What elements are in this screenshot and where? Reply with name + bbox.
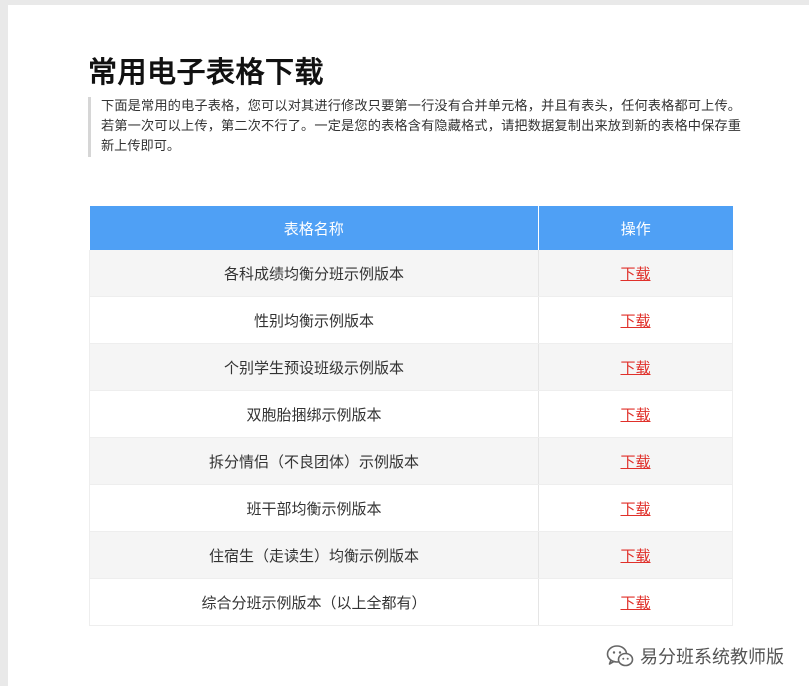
table-row: 双胞胎捆绑示例版本 下载 — [89, 390, 733, 438]
download-table: 表格名称 操作 各科成绩均衡分班示例版本 下载 性别均衡示例版本 下载 个别学生… — [89, 206, 733, 626]
column-header-name: 表格名称 — [89, 206, 539, 250]
table-row: 住宿生（走读生）均衡示例版本 下载 — [89, 531, 733, 579]
table-row: 个别学生预设班级示例版本 下载 — [89, 343, 733, 391]
table-name-cell: 拆分情侣（不良团体）示例版本 — [89, 437, 539, 485]
watermark-text: 易分班系统教师版 — [640, 647, 784, 668]
page-description: 下面是常用的电子表格，您可以对其进行修改只要第一行没有合并单元格，并且有表头，任… — [88, 97, 741, 157]
table-name-cell: 各科成绩均衡分班示例版本 — [89, 250, 539, 297]
download-link[interactable]: 下载 — [620, 312, 650, 330]
table-row: 性别均衡示例版本 下载 — [89, 296, 733, 344]
table-name-cell: 班干部均衡示例版本 — [89, 484, 539, 532]
table-name-cell: 双胞胎捆绑示例版本 — [89, 390, 539, 438]
page-title: 常用电子表格下载 — [88, 55, 325, 89]
download-link[interactable]: 下载 — [620, 265, 650, 283]
download-link[interactable]: 下载 — [620, 406, 650, 424]
wechat-icon — [606, 644, 634, 668]
table-row: 拆分情侣（不良团体）示例版本 下载 — [89, 437, 733, 485]
table-name-cell: 个别学生预设班级示例版本 — [89, 343, 539, 391]
wechat-watermark: 易分班系统教师版 — [606, 643, 784, 669]
download-link[interactable]: 下载 — [620, 500, 650, 518]
table-row: 各科成绩均衡分班示例版本 下载 — [89, 250, 733, 297]
column-header-action: 操作 — [538, 206, 733, 250]
download-link[interactable]: 下载 — [620, 547, 650, 565]
download-link[interactable]: 下载 — [620, 594, 650, 612]
page-container: 常用电子表格下载 下面是常用的电子表格，您可以对其进行修改只要第一行没有合并单元… — [8, 5, 809, 686]
table-name-cell: 性别均衡示例版本 — [89, 296, 539, 344]
table-row: 综合分班示例版本（以上全都有） 下载 — [89, 578, 733, 626]
table-header-row: 表格名称 操作 — [89, 206, 733, 250]
table-row: 班干部均衡示例版本 下载 — [89, 484, 733, 532]
download-link[interactable]: 下载 — [620, 359, 650, 377]
table-name-cell: 住宿生（走读生）均衡示例版本 — [89, 531, 539, 579]
table-name-cell: 综合分班示例版本（以上全都有） — [89, 578, 539, 626]
download-link[interactable]: 下载 — [620, 453, 650, 471]
